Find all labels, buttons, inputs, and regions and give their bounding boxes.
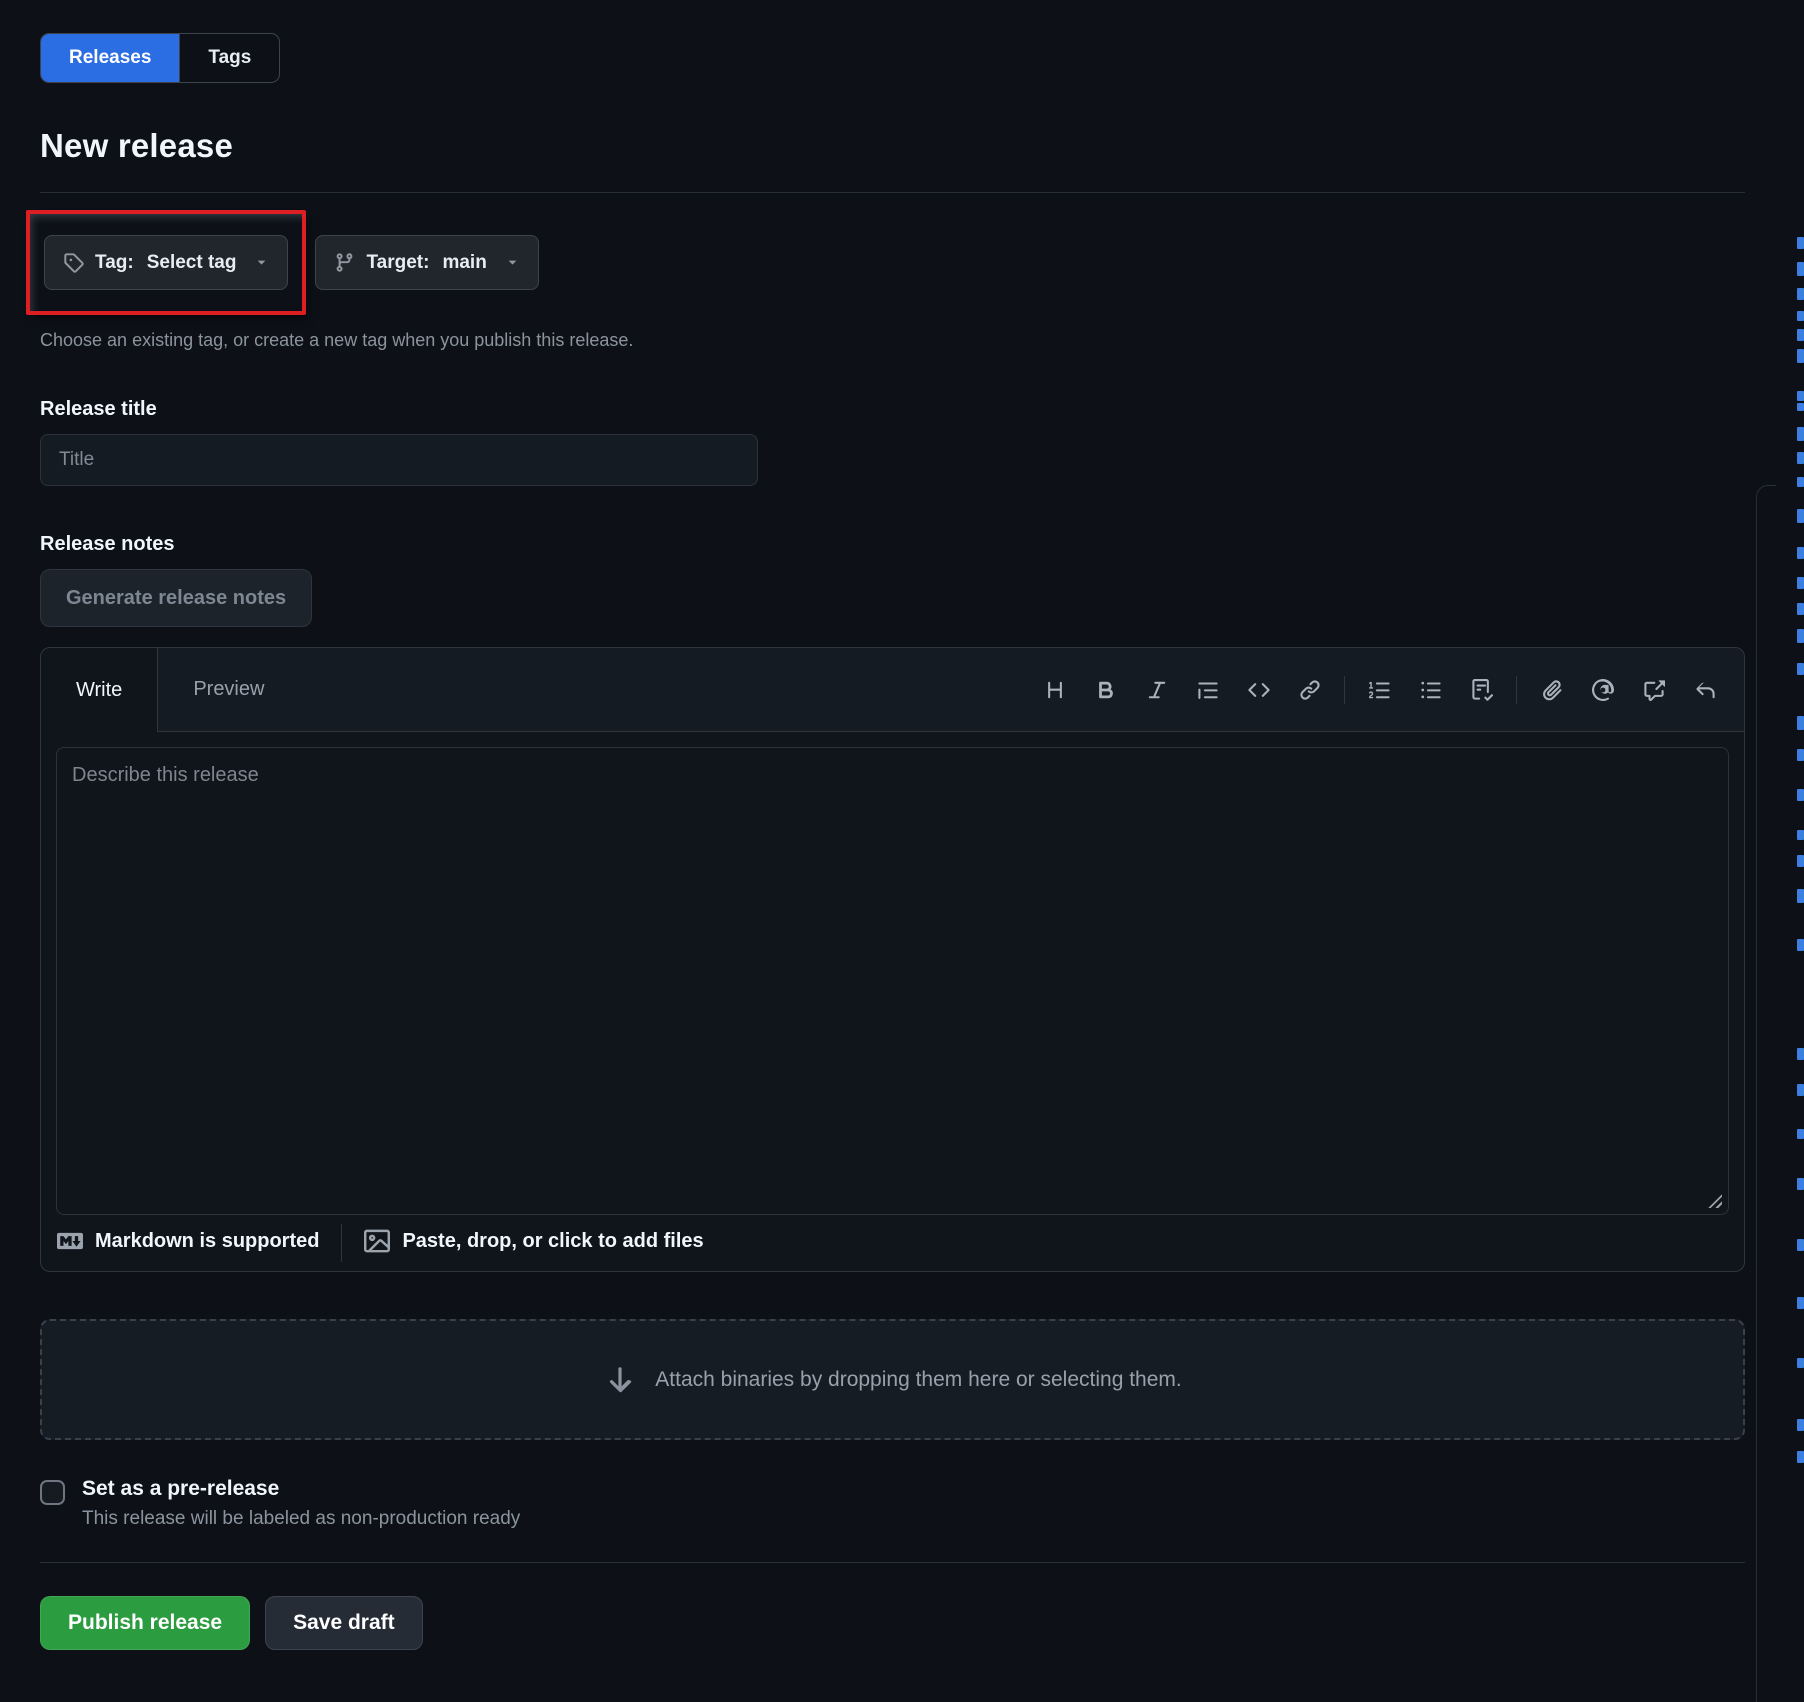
tag-button-value: Select tag — [147, 252, 237, 274]
toolbar-reply-button[interactable] — [1679, 667, 1730, 713]
tag-target-row: Tag: Select tag Target: main — [40, 210, 1745, 315]
chevron-down-icon — [505, 255, 520, 270]
target-select-button[interactable]: Target: main — [315, 235, 538, 290]
toolbar-bullet-list-button[interactable] — [1405, 667, 1456, 713]
link-icon — [1299, 679, 1321, 701]
bullet-list-icon — [1420, 679, 1442, 701]
release-description-textarea[interactable] — [56, 747, 1729, 1215]
target-button-value: main — [442, 252, 486, 274]
reply-icon — [1694, 679, 1716, 701]
release-title-input[interactable] — [40, 434, 758, 486]
actions-row: Publish release Save draft — [40, 1596, 1745, 1650]
generate-release-notes-button[interactable]: Generate release notes — [40, 569, 312, 627]
toolbar-paperclip-button[interactable] — [1526, 667, 1577, 713]
attach-files-link[interactable]: Paste, drop, or click to add files — [364, 1228, 703, 1254]
cross-reference-icon — [1643, 679, 1665, 701]
release-notes-editor: Write Preview Markdown is supported Past… — [40, 647, 1745, 1272]
divider — [40, 1562, 1745, 1563]
tab-preview[interactable]: Preview — [158, 648, 299, 731]
toolbar-italic-button[interactable] — [1131, 667, 1182, 713]
releases-tags-toggle: Releases Tags — [40, 33, 280, 83]
toolbar-divider — [1516, 676, 1517, 704]
toolbar-numbered-list-button[interactable] — [1354, 667, 1405, 713]
dropzone-text: Attach binaries by dropping them here or… — [655, 1368, 1181, 1392]
release-notes-label: Release notes — [40, 533, 1745, 556]
tag-button-prefix: Tag: — [95, 252, 134, 274]
git-branch-icon — [334, 252, 355, 273]
toolbar-link-button[interactable] — [1284, 667, 1335, 713]
mention-icon — [1592, 679, 1614, 701]
toolbar-divider — [1344, 676, 1345, 704]
image-icon — [364, 1228, 390, 1254]
markdown-toolbar — [1029, 648, 1744, 731]
tag-select-button[interactable]: Tag: Select tag — [44, 235, 288, 290]
quote-icon — [1197, 679, 1219, 701]
toolbar-bold-button[interactable] — [1080, 667, 1131, 713]
prerelease-description: This release will be labeled as non-prod… — [82, 1508, 520, 1530]
markdown-supported-text: Markdown is supported — [95, 1230, 319, 1253]
tag-helper-text: Choose an existing tag, or create a new … — [40, 330, 1745, 351]
prerelease-row: Set as a pre-release This release will b… — [40, 1477, 1745, 1530]
new-release-page: Releases Tags New release Tag: Select ta… — [0, 0, 1804, 1650]
toolbar-heading-button[interactable] — [1029, 667, 1080, 713]
paperclip-icon — [1541, 679, 1563, 701]
prerelease-texts: Set as a pre-release This release will b… — [82, 1477, 520, 1530]
release-title-label: Release title — [40, 398, 1745, 421]
chevron-down-icon — [254, 255, 269, 270]
heading-icon — [1044, 679, 1066, 701]
markdown-supported-link[interactable]: Markdown is supported — [57, 1228, 319, 1254]
prerelease-label[interactable]: Set as a pre-release — [82, 1477, 520, 1501]
save-draft-button[interactable]: Save draft — [265, 1596, 423, 1650]
tag-icon — [63, 252, 84, 273]
editor-body — [41, 732, 1744, 1215]
prerelease-checkbox[interactable] — [40, 1480, 65, 1505]
tab-write[interactable]: Write — [41, 648, 158, 732]
page-title: New release — [40, 127, 1745, 165]
arrow-down-icon — [603, 1363, 637, 1397]
toolbar-task-list-button[interactable] — [1456, 667, 1507, 713]
numbered-list-icon — [1369, 679, 1391, 701]
editor-tabs: Write Preview — [41, 648, 299, 731]
code-icon — [1248, 679, 1270, 701]
toggle-releases[interactable]: Releases — [41, 34, 179, 82]
divider — [40, 192, 1745, 193]
toolbar-quote-button[interactable] — [1182, 667, 1233, 713]
annotation-highlight-box: Tag: Select tag — [26, 210, 306, 315]
italic-icon — [1146, 679, 1168, 701]
binaries-dropzone[interactable]: Attach binaries by dropping them here or… — [40, 1319, 1745, 1440]
toolbar-mention-button[interactable] — [1577, 667, 1628, 713]
attach-files-text: Paste, drop, or click to add files — [402, 1230, 703, 1253]
target-button-prefix: Target: — [366, 252, 429, 274]
editor-footer: Markdown is supported Paste, drop, or cl… — [41, 1215, 1744, 1271]
markdown-icon — [57, 1228, 83, 1254]
toggle-tags[interactable]: Tags — [179, 34, 279, 82]
task-list-icon — [1471, 679, 1493, 701]
toolbar-code-button[interactable] — [1233, 667, 1284, 713]
toolbar-cross-reference-button[interactable] — [1628, 667, 1679, 713]
publish-release-button[interactable]: Publish release — [40, 1596, 250, 1650]
editor-header: Write Preview — [41, 648, 1744, 732]
bold-icon — [1095, 679, 1117, 701]
footer-separator — [341, 1224, 342, 1262]
